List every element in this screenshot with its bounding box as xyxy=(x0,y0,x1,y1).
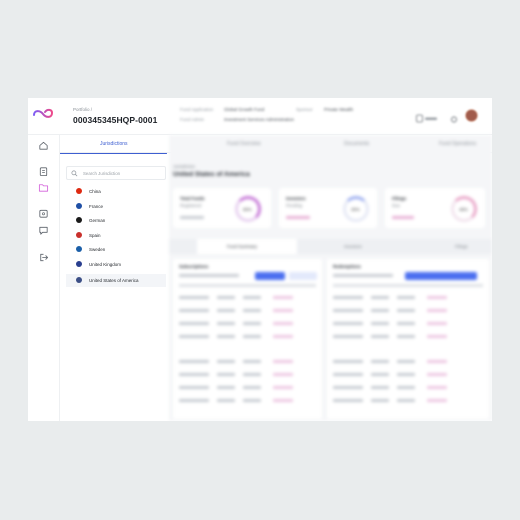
country-item[interactable]: China xyxy=(66,185,166,198)
clipboard-icon[interactable] xyxy=(38,166,49,177)
tab-underline xyxy=(60,153,167,154)
table-row[interactable] xyxy=(327,357,489,367)
country-name: Sweden xyxy=(89,247,106,253)
country-item[interactable]: United Kingdom xyxy=(66,258,166,271)
flag-icon xyxy=(76,217,82,224)
section-label: Jurisdiction xyxy=(173,164,195,169)
table-row[interactable] xyxy=(173,293,322,303)
app-window: Portfolio / 000345345HQP-0001 Fund Appli… xyxy=(28,98,492,421)
icon-rail xyxy=(28,135,60,421)
flag-icon xyxy=(76,277,82,284)
country-name: Spain xyxy=(89,232,101,238)
country-name: China xyxy=(89,189,101,194)
application-id: 000345345HQP-0001 xyxy=(73,115,158,125)
calendar-icon[interactable] xyxy=(38,208,49,219)
breadcrumb[interactable]: Portfolio / xyxy=(73,107,92,112)
table-row[interactable] xyxy=(327,319,489,329)
sub-tab-fund-summary[interactable]: Fund Summary xyxy=(227,244,257,249)
country-item[interactable]: France xyxy=(66,200,166,213)
stat-card-filings: Filings Due 48% xyxy=(385,188,485,228)
table-row[interactable] xyxy=(173,357,322,367)
table-row[interactable] xyxy=(327,383,489,393)
meta-1-label: Fund Application xyxy=(180,107,214,112)
meta-2-value: Private Wealth xyxy=(324,107,354,112)
table-row[interactable] xyxy=(327,293,489,303)
gear-icon xyxy=(451,116,457,123)
country-item[interactable]: German xyxy=(66,214,166,227)
table-row[interactable] xyxy=(327,306,489,316)
tab-fund-overview[interactable]: Fund Overview xyxy=(227,141,261,147)
avatar[interactable] xyxy=(465,109,478,122)
logout-icon[interactable] xyxy=(38,252,49,263)
country-name: France xyxy=(89,203,104,209)
country-name: United Kingdom xyxy=(89,262,122,267)
table-row[interactable] xyxy=(327,370,489,380)
flag-icon xyxy=(76,261,82,267)
home-icon[interactable] xyxy=(38,140,49,151)
table-row[interactable] xyxy=(173,370,322,380)
sub-tab-filings[interactable]: Filings xyxy=(455,244,468,249)
stat-card-funds: Total Funds Registered 80% xyxy=(173,188,271,228)
bell-icon xyxy=(416,114,437,123)
export-button-right[interactable] xyxy=(405,272,477,280)
settings-button[interactable] xyxy=(450,111,458,129)
table-left: Subscriptions xyxy=(173,259,322,419)
meta-2-label: Sponsor xyxy=(296,107,313,112)
country-name: German xyxy=(89,218,106,224)
country-item[interactable]: Sweden xyxy=(66,243,166,256)
search-box[interactable]: Search Jurisdiction xyxy=(66,166,166,180)
country-item[interactable]: United States of America xyxy=(66,274,166,288)
header: Portfolio / 000345345HQP-0001 Fund Appli… xyxy=(28,98,492,135)
main-content: Fund Overview Documents Fund Operations … xyxy=(169,135,492,421)
table-right: Redemptions xyxy=(327,259,489,419)
table-row[interactable] xyxy=(173,396,322,406)
meta-3-value: Investment Services Administration xyxy=(224,117,295,122)
section-title: United States of America xyxy=(173,171,250,178)
table-row[interactable] xyxy=(173,332,322,342)
meta-3-label: Fund Admin xyxy=(180,117,205,122)
flag-icon xyxy=(76,202,82,209)
search-input[interactable]: Search Jurisdiction xyxy=(83,171,120,176)
flag-icon xyxy=(76,188,82,194)
table-row[interactable] xyxy=(173,383,322,393)
export-button-left[interactable] xyxy=(255,272,285,280)
folder-icon[interactable] xyxy=(38,182,49,193)
tab-jurisdictions[interactable]: Jurisdictions xyxy=(100,141,128,147)
search-icon xyxy=(71,170,78,177)
country-item[interactable]: Spain xyxy=(66,229,166,242)
tab-fund-operations[interactable]: Fund Operations xyxy=(439,141,476,147)
table-row[interactable] xyxy=(327,396,489,406)
brand-logo-icon xyxy=(33,108,54,118)
stat-card-investors: Investors Pending 30% xyxy=(279,188,377,228)
meta-1-value: Global Growth Fund xyxy=(224,107,265,112)
alerts-button[interactable] xyxy=(416,111,440,129)
flag-icon xyxy=(76,231,82,238)
sub-tab-investors[interactable]: Investors xyxy=(344,244,362,249)
flag-icon xyxy=(76,246,82,253)
table-row[interactable] xyxy=(327,332,489,342)
table-row[interactable] xyxy=(173,306,322,316)
country-name: United States of America xyxy=(89,278,139,284)
tab-documents[interactable]: Documents xyxy=(344,141,369,147)
message-icon[interactable] xyxy=(38,225,49,236)
table-row[interactable] xyxy=(173,319,322,329)
